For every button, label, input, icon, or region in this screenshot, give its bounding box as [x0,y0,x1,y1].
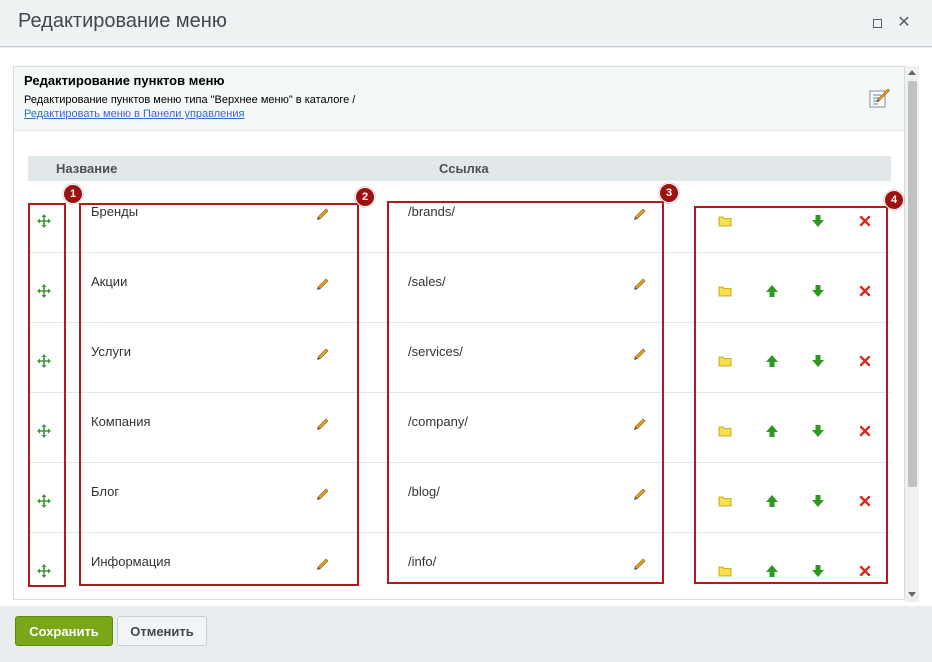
move-icon[interactable] [37,284,51,298]
table-row: Информация /info/ [28,533,891,603]
arrow-up-icon[interactable] [765,284,779,298]
item-name: Акции [91,274,128,289]
maximize-icon[interactable] [868,14,886,32]
pencil-icon[interactable] [315,208,329,222]
item-link: /services/ [408,344,463,359]
pencil-icon[interactable] [315,348,329,362]
panel-title: Редактирование пунктов меню [24,73,225,88]
annotation-badge: 4 [884,190,904,210]
folder-icon[interactable] [718,214,732,228]
pencil-icon[interactable] [632,488,646,502]
window-titlebar: Редактирование меню ✕ [0,0,932,47]
pencil-icon[interactable] [315,278,329,292]
item-link: /info/ [408,554,437,569]
move-icon[interactable] [37,424,51,438]
item-link: /sales/ [408,274,446,289]
table-row: Бренды /brands/ [28,183,891,253]
arrow-up-icon[interactable] [765,424,779,438]
folder-icon[interactable] [718,424,732,438]
arrow-up-icon[interactable] [765,564,779,578]
scroll-up-arrow[interactable] [908,70,916,75]
arrow-down-icon[interactable] [811,214,825,228]
arrow-down-icon[interactable] [811,494,825,508]
table-row: Блог /blog/ [28,463,891,533]
table-row: Услуги /services/ [28,323,891,393]
pencil-icon[interactable] [315,488,329,502]
delete-icon[interactable] [858,424,872,438]
delete-icon[interactable] [858,564,872,578]
pencil-icon[interactable] [632,558,646,572]
folder-icon[interactable] [718,494,732,508]
vertical-scrollbar[interactable] [905,66,919,602]
save-button[interactable]: Сохранить [15,616,113,646]
table-header: Название Ссылка [28,156,891,181]
arrow-down-icon[interactable] [811,284,825,298]
move-icon[interactable] [37,494,51,508]
move-icon[interactable] [37,214,51,228]
arrow-down-icon[interactable] [811,354,825,368]
panel-description: Редактирование пунктов меню типа "Верхне… [24,94,356,106]
pencil-icon[interactable] [632,418,646,432]
item-name: Информация [91,554,171,569]
table-row: Компания /company/ [28,393,891,463]
item-name: Бренды [91,204,139,219]
folder-icon[interactable] [718,284,732,298]
column-header-link: Ссылка [439,161,489,176]
item-name: Блог [91,484,120,499]
edit-menu-icon [869,88,890,108]
move-icon[interactable] [37,564,51,578]
arrow-down-icon[interactable] [811,564,825,578]
close-icon[interactable]: ✕ [895,14,913,32]
dialog-footer: Сохранить Отменить [0,606,932,662]
folder-icon[interactable] [718,564,732,578]
pencil-icon[interactable] [632,208,646,222]
pencil-icon[interactable] [315,558,329,572]
delete-icon[interactable] [858,214,872,228]
arrow-up-icon[interactable] [765,494,779,508]
item-link: /company/ [408,414,468,429]
delete-icon[interactable] [858,284,872,298]
menu-items-table: Бренды /brands/ Акции /sales/ Услуги /se… [28,183,891,601]
folder-icon[interactable] [718,354,732,368]
annotation-badge: 3 [659,183,679,203]
item-name: Услуги [91,344,131,359]
annotation-badge: 2 [355,187,375,207]
delete-icon[interactable] [858,494,872,508]
scrollbar-thumb[interactable] [908,81,917,487]
scroll-down-arrow[interactable] [908,592,916,597]
window-title: Редактирование меню [18,10,227,32]
item-name: Компания [91,414,151,429]
annotation-badge: 1 [63,184,83,204]
pencil-icon[interactable] [315,418,329,432]
pencil-icon[interactable] [632,278,646,292]
item-link: /brands/ [408,204,455,219]
delete-icon[interactable] [858,354,872,368]
arrow-up-icon[interactable] [765,354,779,368]
pencil-icon[interactable] [632,348,646,362]
arrow-down-icon[interactable] [811,424,825,438]
cancel-button[interactable]: Отменить [117,616,207,646]
control-panel-link[interactable]: Редактировать меню в Панели управления [24,108,244,120]
item-link: /blog/ [408,484,440,499]
column-header-name: Название [56,161,118,176]
panel-header: Редактирование пунктов меню Редактирован… [14,67,904,131]
table-row: Акции /sales/ [28,253,891,323]
move-icon[interactable] [37,354,51,368]
